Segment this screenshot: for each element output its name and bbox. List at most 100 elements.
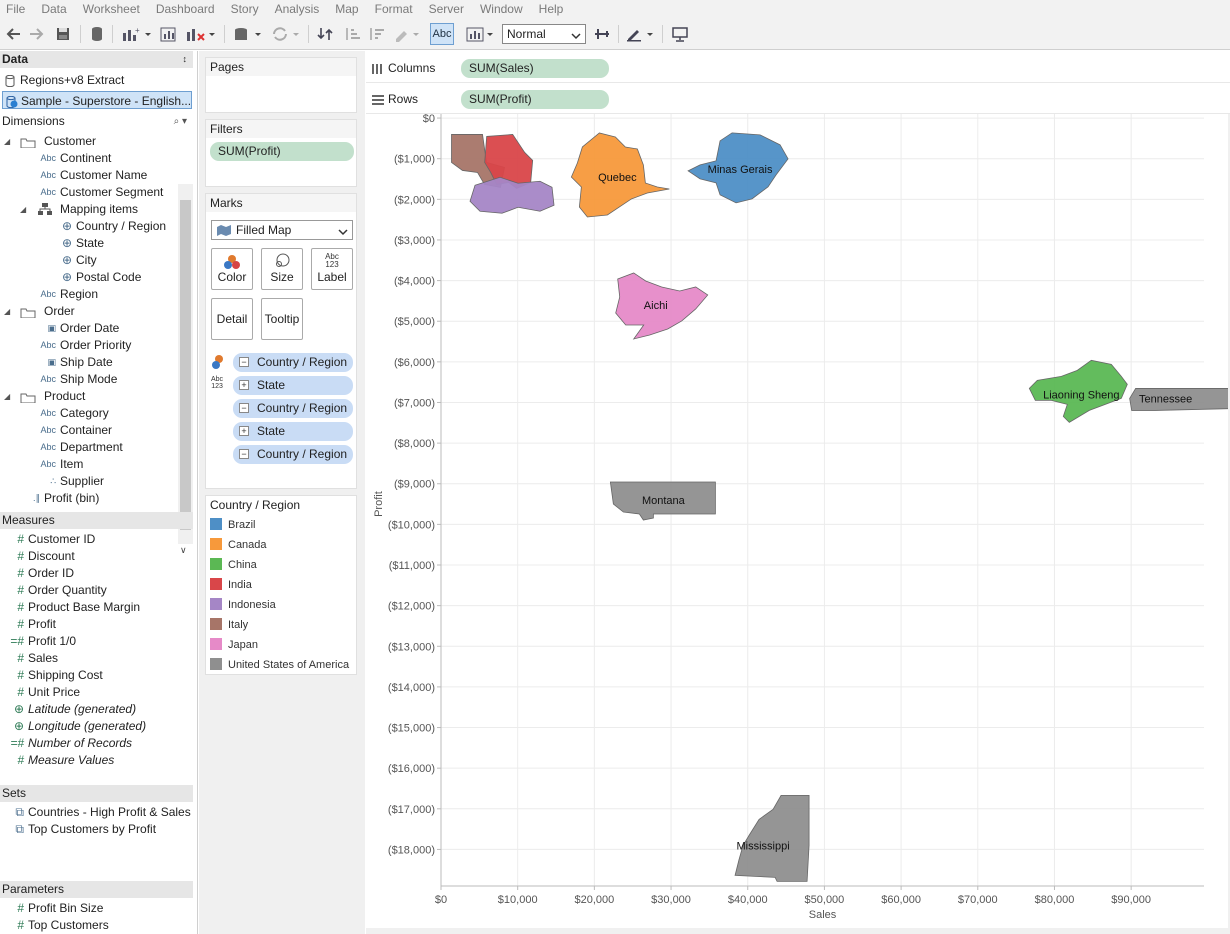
menu-item-worksheet[interactable]: Worksheet — [83, 2, 140, 16]
legend-item[interactable]: China — [210, 556, 257, 574]
dimension-field[interactable]: ⊕ Country / Region — [62, 218, 166, 235]
expand-icon[interactable]: + — [239, 380, 249, 390]
view-canvas[interactable]: Quebec Minas Gerais Aichi Liaoning Sheng Ten… — [366, 113, 1230, 928]
measure-field[interactable]: =# Number of Records — [10, 735, 132, 752]
dimension-field[interactable]: ◢ Mapping items — [20, 201, 138, 218]
dimension-field[interactable]: Abc Order Priority — [40, 337, 131, 354]
measure-field[interactable]: # Measure Values — [17, 752, 114, 769]
marks-pill[interactable]: + State — [233, 422, 353, 441]
map-mark-tennessee[interactable]: Tennessee — [1129, 388, 1230, 411]
menu-item-analysis[interactable]: Analysis — [275, 2, 320, 16]
dimension-field[interactable]: Abc Customer Name — [40, 167, 147, 184]
dimension-field[interactable]: Abc Customer Segment — [40, 184, 163, 201]
show-mark-labels-button[interactable]: Abc — [430, 23, 454, 45]
sort-descending-icon[interactable] — [366, 24, 386, 44]
measure-field[interactable]: # Product Base Margin — [17, 599, 140, 616]
legend-item[interactable]: Italy — [210, 616, 248, 634]
dimension-field[interactable]: ∴ Supplier — [50, 473, 104, 490]
parameter-field[interactable]: # Profit Bin Size — [17, 900, 103, 917]
marks-pill[interactable]: − Country / Region — [233, 399, 353, 418]
expand-triangle-icon[interactable]: ◢ — [20, 201, 26, 218]
measure-field[interactable]: # Order ID — [17, 565, 74, 582]
dimension-field[interactable]: ◢ Order — [4, 303, 75, 320]
menu-item-window[interactable]: Window — [480, 2, 523, 16]
menu-item-format[interactable]: Format — [375, 2, 413, 16]
legend-item[interactable]: Japan — [210, 636, 258, 654]
legend-item[interactable]: Brazil — [210, 516, 256, 534]
fit-options-icon[interactable] — [464, 24, 496, 44]
annotate-icon[interactable] — [624, 24, 656, 44]
measure-field[interactable]: # Shipping Cost — [17, 667, 102, 684]
expand-triangle-icon[interactable]: ◢ — [4, 388, 10, 405]
save-icon[interactable] — [54, 24, 72, 44]
datasource-regions-extract[interactable]: Regions+v8 Extract — [2, 71, 192, 89]
collapse-icon[interactable]: − — [239, 357, 249, 367]
columns-pill-sum-sales[interactable]: SUM(Sales) — [461, 59, 609, 78]
dimension-field[interactable]: ◢ Customer — [4, 133, 96, 150]
sort-ascending-icon[interactable] — [342, 24, 362, 44]
dimension-field[interactable]: .∥ Profit (bin) — [33, 490, 99, 507]
measure-field[interactable]: # Discount — [17, 548, 74, 565]
detail-button[interactable]: Detail — [211, 298, 253, 340]
label-button[interactable]: Abc 123 Label — [311, 248, 353, 290]
color-button[interactable]: Color — [211, 248, 253, 290]
legend-item[interactable]: India — [210, 576, 252, 594]
search-icon[interactable]: ⌕ ▾ — [174, 113, 187, 130]
pause-updates-icon[interactable] — [232, 24, 264, 44]
fit-dropdown[interactable]: Normal — [502, 24, 586, 44]
rows-pill-sum-profit[interactable]: SUM(Profit) — [461, 90, 609, 109]
measure-field[interactable]: # Sales — [17, 650, 58, 667]
new-worksheet-icon[interactable]: + — [120, 24, 152, 44]
dimension-field[interactable]: Abc Continent — [40, 150, 111, 167]
menu-item-map[interactable]: Map — [335, 2, 358, 16]
dimension-field[interactable]: Abc Ship Mode — [40, 371, 117, 388]
dimension-field[interactable]: ⊕ City — [62, 252, 97, 269]
dimension-field[interactable]: ◢ Product — [4, 388, 85, 405]
legend-item[interactable]: Canada — [210, 536, 267, 554]
collapse-icon[interactable]: − — [239, 449, 249, 459]
collapse-icon[interactable]: − — [239, 403, 249, 413]
set-field[interactable]: ⧉ Top Customers by Profit — [15, 821, 156, 838]
menu-item-file[interactable]: File — [6, 2, 25, 16]
fix-axes-icon[interactable] — [592, 24, 612, 44]
datasource-superstore[interactable]: Sample - Superstore - English... — [2, 91, 192, 109]
measure-field[interactable]: ⊕ Longitude (generated) — [14, 718, 146, 735]
parameter-field[interactable]: # Top Customers — [17, 917, 108, 934]
pages-card[interactable]: Pages — [205, 57, 357, 113]
measure-field[interactable]: # Unit Price — [17, 684, 80, 701]
dimension-field[interactable]: ▣ Ship Date — [47, 354, 112, 371]
marks-pill[interactable]: + State — [233, 376, 353, 395]
marks-pill[interactable]: − Country / Region — [233, 353, 353, 372]
swap-rows-columns-icon[interactable] — [316, 24, 336, 44]
measure-field[interactable]: # Profit — [17, 616, 56, 633]
dimension-field[interactable]: Abc Category — [40, 405, 108, 422]
legend-item[interactable]: United States of America — [210, 656, 349, 674]
dimension-field[interactable]: ⊕ Postal Code — [62, 269, 141, 286]
forward-arrow-icon[interactable] — [28, 24, 46, 44]
presentation-mode-icon[interactable] — [670, 24, 690, 44]
chevron-down-icon[interactable]: ∨ — [180, 545, 187, 556]
filters-card[interactable]: Filters SUM(Profit) — [205, 119, 357, 187]
columns-shelf[interactable]: Columns SUM(Sales) — [366, 55, 1230, 83]
refresh-icon[interactable] — [270, 24, 302, 44]
clear-sheet-icon[interactable] — [184, 24, 216, 44]
map-mark-indonesia[interactable] — [469, 176, 555, 214]
menu-item-help[interactable]: Help — [539, 2, 564, 16]
dimension-field[interactable]: Abc Region — [40, 286, 98, 303]
menu-item-data[interactable]: Data — [41, 2, 66, 16]
expand-triangle-icon[interactable]: ◢ — [4, 133, 10, 150]
dimension-field[interactable]: Abc Department — [40, 439, 122, 456]
duplicate-sheet-icon[interactable] — [158, 24, 180, 44]
dimensions-scrollbar[interactable]: ∨ — [178, 184, 193, 555]
size-button[interactable]: Size — [261, 248, 303, 290]
measure-field[interactable]: =# Profit 1/0 — [10, 633, 76, 650]
measure-field[interactable]: # Customer ID — [17, 531, 95, 548]
back-arrow-icon[interactable] — [4, 24, 22, 44]
measure-field[interactable]: ⊕ Latitude (generated) — [14, 701, 136, 718]
filter-pill-sum-profit[interactable]: SUM(Profit) — [210, 142, 354, 161]
dimension-field[interactable]: Abc Item — [40, 456, 83, 473]
new-datasource-icon[interactable] — [88, 24, 106, 44]
measure-field[interactable]: # Order Quantity — [17, 582, 106, 599]
expand-icon[interactable]: + — [239, 426, 249, 436]
highlight-icon[interactable] — [392, 24, 422, 44]
